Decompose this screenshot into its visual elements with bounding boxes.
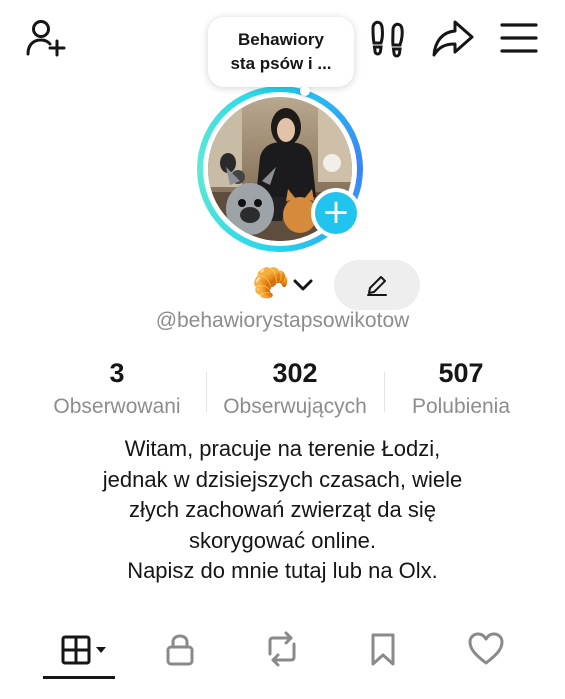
bio-line: Napisz do mnie tutaj lub na Olx. xyxy=(127,558,438,583)
bio-line: Witam, pracuje na terenie Łodzi, xyxy=(124,436,441,461)
footprints-icon xyxy=(371,20,404,58)
likes-stat[interactable]: 507 Polubienia xyxy=(371,356,551,422)
share-arrow-icon xyxy=(432,20,474,57)
plus-icon: + xyxy=(315,192,357,234)
tab-liked[interactable] xyxy=(456,624,516,674)
pencil-icon xyxy=(367,276,387,296)
bio-line: złych zachowań zwierząt da się xyxy=(129,497,436,522)
profile-views-button[interactable] xyxy=(365,16,409,60)
tab-favorites[interactable] xyxy=(353,624,413,674)
bookmark-icon xyxy=(371,633,395,666)
bio-line: skorygować online. xyxy=(188,527,377,553)
following-count: 3 xyxy=(109,358,125,388)
add-friend-button[interactable] xyxy=(24,16,68,60)
person-plus-icon xyxy=(26,20,66,57)
following-label: Obserwowani xyxy=(53,395,181,418)
followers-stat[interactable]: 302 Obserwujących xyxy=(205,356,385,422)
lock-icon xyxy=(166,634,194,666)
active-tab-indicator xyxy=(43,676,115,679)
tab-private[interactable] xyxy=(150,624,210,674)
followers-count: 302 xyxy=(272,358,318,388)
following-stat[interactable]: 3 Obserwowani xyxy=(27,356,207,422)
note-line-1: Behawiory xyxy=(238,30,324,49)
profile-emoji: 🥐 xyxy=(252,266,290,301)
share-button[interactable] xyxy=(431,16,475,60)
edit-profile-button[interactable] xyxy=(334,260,420,310)
grid-icon xyxy=(61,635,91,665)
caret-down-icon xyxy=(96,647,106,653)
bio-line: jednak w dzisiejszych czasach, wiele xyxy=(102,466,463,492)
menu-button[interactable] xyxy=(497,16,541,60)
followers-label: Obserwujących xyxy=(223,395,367,418)
account-switcher-button[interactable] xyxy=(290,272,316,298)
tab-videos[interactable] xyxy=(52,624,116,674)
profile-bio: Witam, pracuje na terenie Łodzi, jednak … xyxy=(0,434,565,587)
likes-label: Polubienia xyxy=(411,395,511,418)
note-bubble-tail xyxy=(300,86,310,96)
likes-count: 507 xyxy=(438,358,484,388)
note-bubble[interactable]: Behawiory sta psów i ... xyxy=(208,17,354,87)
hamburger-menu-icon xyxy=(500,23,538,53)
heart-icon xyxy=(468,632,504,665)
note-line-2: sta psów i ... xyxy=(230,54,332,73)
username: @behawiorystapsowikotow xyxy=(155,309,410,332)
repost-icon xyxy=(268,631,296,667)
add-story-button[interactable]: + xyxy=(311,188,361,238)
chevron-down-icon xyxy=(293,279,313,291)
tab-reposts[interactable] xyxy=(252,624,312,674)
